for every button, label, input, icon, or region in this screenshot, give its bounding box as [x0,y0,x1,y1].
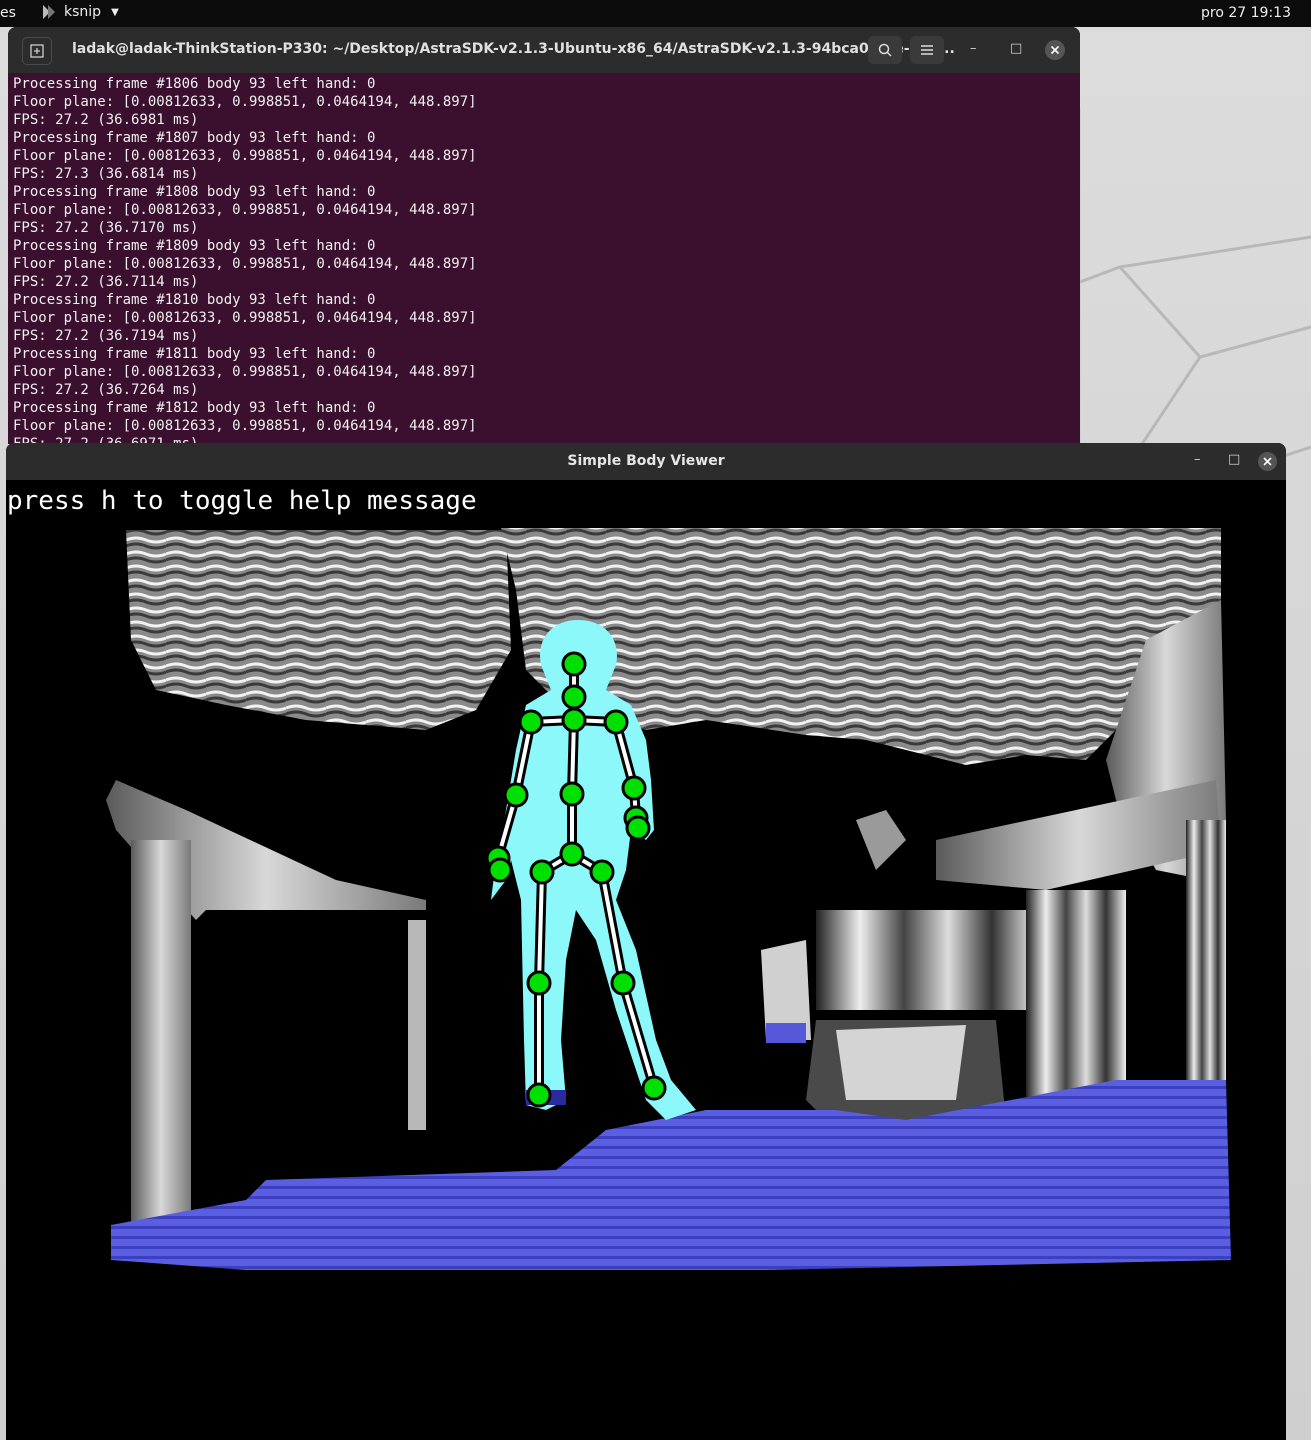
top-bar: es ksnip ▼ pro 27 19:13 [0,0,1311,27]
terminal-line: Processing frame #1809 body 93 left hand… [13,238,376,254]
terminal-line: Floor plane: [0.00812633, 0.998851, 0.04… [13,202,477,218]
terminal-line: Floor plane: [0.00812633, 0.998851, 0.04… [13,94,477,110]
terminal-line: Processing frame #1810 body 93 left hand… [13,292,376,308]
shelf-item [856,810,906,870]
chair-floor [766,1023,806,1043]
terminal-line: FPS: 27.3 (36.6814 ms) [13,166,199,182]
left-table-back-leg [408,920,426,1130]
ksnip-icon [42,4,56,20]
terminal-line: FPS: 27.2 (36.7170 ms) [13,220,199,236]
help-hint: press h to toggle help message [7,486,477,516]
body-viewer-window: Simple Body Viewer – □ press h to toggle… [6,443,1286,1440]
chevron-down-icon: ▼ [111,6,119,18]
terminal-window: ladak@ladak-ThinkStation-P330: ~/Desktop… [8,27,1080,444]
viewer-titlebar[interactable]: Simple Body Viewer – □ [6,443,1286,480]
skeleton-joint [561,651,587,677]
close-icon [1050,45,1060,55]
radiator [816,910,1036,1010]
chair-highlight [836,1025,966,1100]
terminal-titlebar[interactable]: ladak@ladak-ThinkStation-P330: ~/Desktop… [8,27,1080,73]
new-tab-button[interactable] [22,37,52,65]
skeleton-joint [561,707,587,733]
terminal-line: FPS: 27.2 (36.6981 ms) [13,112,199,128]
skeleton-joint [610,970,636,996]
terminal-line: FPS: 27.2 (36.7194 ms) [13,328,199,344]
terminal-line: FPS: 27.2 (36.7264 ms) [13,382,199,398]
maximize-icon[interactable]: □ [1228,452,1240,467]
skeleton-joint [561,684,587,710]
skeleton-joint [621,775,647,801]
terminal-line: Processing frame #1806 body 93 left hand… [13,76,376,92]
skeleton-joint [641,1075,667,1101]
close-icon [1263,457,1272,466]
search-icon [878,43,892,57]
viewer-title: Simple Body Viewer [567,453,725,469]
skeleton-joint [487,857,513,883]
skeleton-joint [559,841,585,867]
new-tab-icon [30,44,44,58]
close-button[interactable] [1045,40,1065,60]
skeleton-joint [589,859,615,885]
app-name: ksnip [64,4,102,20]
skeleton-joint [526,1082,552,1108]
skeleton-joint [529,859,555,885]
skeleton-joint [559,781,585,807]
hamburger-icon [921,45,933,55]
close-button[interactable] [1258,452,1277,471]
terminal-line: Processing frame #1808 body 93 left hand… [13,184,376,200]
terminal-line: Processing frame #1807 body 93 left hand… [13,130,376,146]
app-menu[interactable]: ksnip ▼ [42,4,119,20]
maximize-icon[interactable]: □ [1010,41,1022,56]
activities-fragment[interactable]: es [0,5,16,21]
depth-view[interactable] [6,480,1286,1440]
minimize-icon[interactable]: – [970,41,977,56]
ceiling-left [126,530,511,730]
minimize-icon[interactable]: – [1194,452,1201,467]
menu-button[interactable] [910,36,944,64]
terminal-line: Floor plane: [0.00812633, 0.998851, 0.04… [13,148,477,164]
terminal-line: Processing frame #1812 body 93 left hand… [13,400,376,416]
terminal-line: Floor plane: [0.00812633, 0.998851, 0.04… [13,310,477,326]
terminal-line: Floor plane: [0.00812633, 0.998851, 0.04… [13,418,477,434]
skeleton-joint [625,815,651,841]
skeleton-joint [526,970,552,996]
terminal-title: ladak@ladak-ThinkStation-P330: ~/Desktop… [72,41,955,57]
terminal-line: Floor plane: [0.00812633, 0.998851, 0.04… [13,256,477,272]
right-edge-object [1186,820,1226,1090]
skeleton-joint [518,709,544,735]
terminal-line: Floor plane: [0.00812633, 0.998851, 0.04… [13,364,477,380]
terminal-line: Processing frame #1811 body 93 left hand… [13,346,376,362]
skeleton-joint [603,709,629,735]
terminal-output[interactable]: Processing frame #1806 body 93 left hand… [13,75,477,444]
clock[interactable]: pro 27 19:13 [1201,5,1291,21]
left-table-leg [131,840,191,1260]
skeleton-joint [503,782,529,808]
terminal-line: FPS: 27.2 (36.7114 ms) [13,274,199,290]
search-button[interactable] [868,36,902,64]
